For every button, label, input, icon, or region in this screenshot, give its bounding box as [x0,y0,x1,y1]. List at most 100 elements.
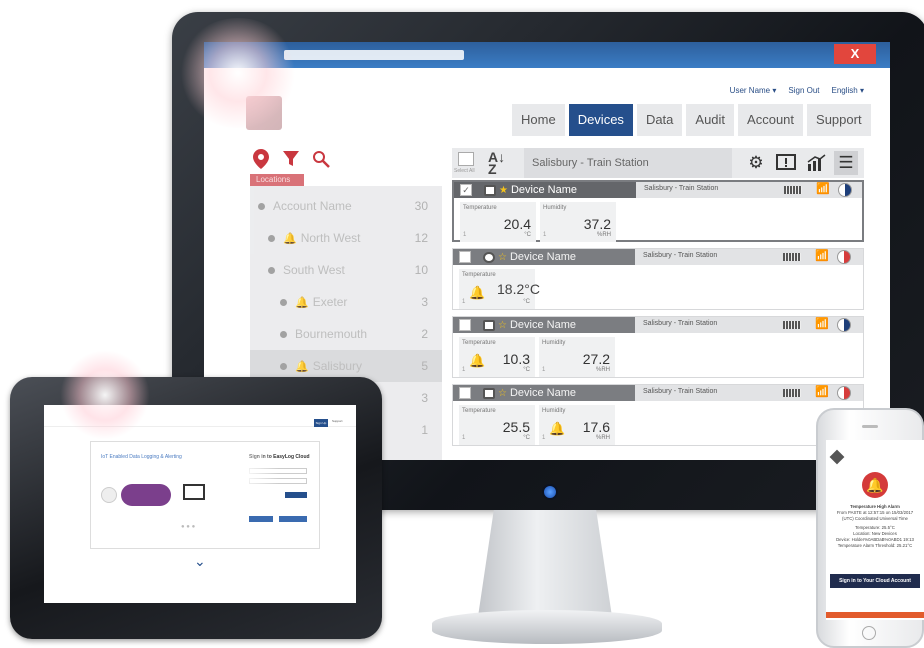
alert-panel-icon[interactable] [774,151,798,175]
locations-tab[interactable]: Locations [250,174,304,186]
sign-in-cloud-button[interactable]: Sign in to Your Cloud Account [830,574,920,588]
device-card-header: ☆ Device Name Salisbury - Train Station … [453,385,863,401]
device-name[interactable]: Device Name [510,319,576,331]
close-window-button[interactable]: X [834,44,876,64]
device-name[interactable]: Device Name [511,184,577,196]
reading-channel: 1 [462,435,466,441]
reading-value: 20.4 [503,216,531,232]
collapse-icon[interactable] [280,362,287,370]
status-indicator-icon [837,250,851,264]
tab-account[interactable]: Account [738,104,804,136]
password-field[interactable] [249,478,307,484]
device-checkbox[interactable]: ✓ [460,184,472,196]
secondary-button[interactable] [249,516,273,522]
device-card-header: ✓ ★ Device Name Salisbury - Train Statio… [454,182,862,198]
device-icon [483,251,495,263]
device-icon [484,184,496,196]
list-item[interactable]: Bournemouth 2 [250,318,442,350]
device-checkbox[interactable] [459,319,471,331]
location-label: Account Name [273,199,352,213]
address-bar[interactable] [284,50,464,60]
list-item[interactable]: South West 10 [250,254,442,286]
home-button[interactable] [862,626,876,640]
computer-icon [183,484,205,500]
reading-label: Humidity [542,408,566,414]
product-scene: X User Name ▾ Sign Out English ▾ Home De… [0,0,924,648]
temperature-reading: Temperature 20.4 °C 1 [460,202,536,242]
reading-unit: %RH [596,232,611,238]
star-icon[interactable]: ★ [499,185,508,196]
search-icon[interactable] [310,148,332,170]
language-menu[interactable]: English ▾ [832,86,864,95]
tab-data[interactable]: Data [636,104,683,136]
star-icon[interactable]: ☆ [498,252,507,263]
battery-icon [783,389,801,397]
tab-support[interactable]: Support [807,104,871,136]
reading-value: 17.6 [582,419,610,435]
device-checkbox[interactable] [459,387,471,399]
reading-unit: °C [523,299,530,305]
location-count: 5 [421,359,428,373]
chevron-down-icon[interactable]: ⌄ [194,553,206,570]
device-name[interactable]: Device Name [510,387,576,399]
device-card[interactable]: ☆ Device Name Salisbury - Train Station … [452,384,864,446]
sign-in-title: Sign in to EasyLog Cloud [249,454,310,460]
wifi-icon: 📶 [815,250,829,262]
select-all-checkbox[interactable] [458,152,474,166]
secondary-button[interactable] [279,516,307,522]
phone-speaker [862,425,878,428]
alarm-bell-icon: 🔔 [469,353,486,368]
tab-audit[interactable]: Audit [686,104,735,136]
device-location: Salisbury - Train Station [644,185,719,192]
list-item[interactable]: Account Name 30 [250,190,442,222]
collapse-icon[interactable] [258,202,265,210]
device-card[interactable]: ✓ ★ Device Name Salisbury - Train Statio… [452,180,864,242]
email-field[interactable] [249,468,307,474]
device-card[interactable]: ☆ Device Name Salisbury - Train Station … [452,248,864,310]
tab-home[interactable]: Home [512,104,565,136]
alarm-bell-icon: 🔔 [283,232,297,245]
reading-unit: °C [523,435,530,441]
user-name-menu[interactable]: User Name ▾ [730,86,777,95]
reading-label: Humidity [542,340,566,346]
humidity-reading: Humidity 37.2 %RH 1 [540,202,616,242]
gear-icon[interactable]: ⚙ [744,151,768,175]
sign-out-link[interactable]: Sign Out [788,86,819,95]
menu-icon[interactable]: ☰ [834,151,858,175]
collapse-icon[interactable] [280,298,287,306]
support-link[interactable]: Support [332,419,343,423]
reading-label: Temperature [462,272,496,278]
alarm-bell-icon: 🔔 [549,421,566,436]
list-item[interactable]: 🔔 North West 12 [250,222,442,254]
sign-in-button[interactable] [285,492,307,498]
sign-up-button[interactable]: Sign Up [314,419,328,427]
sort-az-icon[interactable]: A↓ Z [488,150,508,176]
carousel-dots[interactable]: ● ● ● [181,524,195,530]
alarm-bell-icon: 🔔 [862,472,888,498]
device-card[interactable]: ☆ Device Name Salisbury - Train Station … [452,316,864,378]
reading-channel: 1 [543,232,547,238]
collapse-icon[interactable] [268,266,275,274]
device-card-header: ☆ Device Name Salisbury - Train Station … [453,317,863,333]
location-label: Salisbury [312,359,363,373]
star-icon[interactable]: ☆ [498,388,507,399]
device-card-header: ☆ Device Name Salisbury - Train Station … [453,249,863,265]
location-label: Exeter [312,295,348,309]
device-location: Salisbury - Train Station [643,388,718,395]
device-readings: Temperature 20.4 °C 1 Humidity 37.2 %RH … [454,198,862,246]
device-checkbox[interactable] [459,251,471,263]
device-name[interactable]: Device Name [510,251,576,263]
collapse-icon[interactable] [268,234,275,242]
filter-icon[interactable] [280,148,302,170]
star-icon[interactable]: ☆ [498,320,507,331]
reading-label: Humidity [543,205,567,211]
tab-devices[interactable]: Devices [568,104,633,136]
location-pin-icon[interactable] [250,148,272,170]
reading-value: 18.2°C [497,281,540,297]
list-item[interactable]: 🔔 Exeter 3 [250,286,442,318]
power-button-icon[interactable] [542,484,558,500]
alarm-bell-icon: 🔔 [295,360,309,373]
chart-icon[interactable] [804,151,828,175]
collapse-icon[interactable] [280,330,287,338]
location-count: 2 [421,327,428,341]
